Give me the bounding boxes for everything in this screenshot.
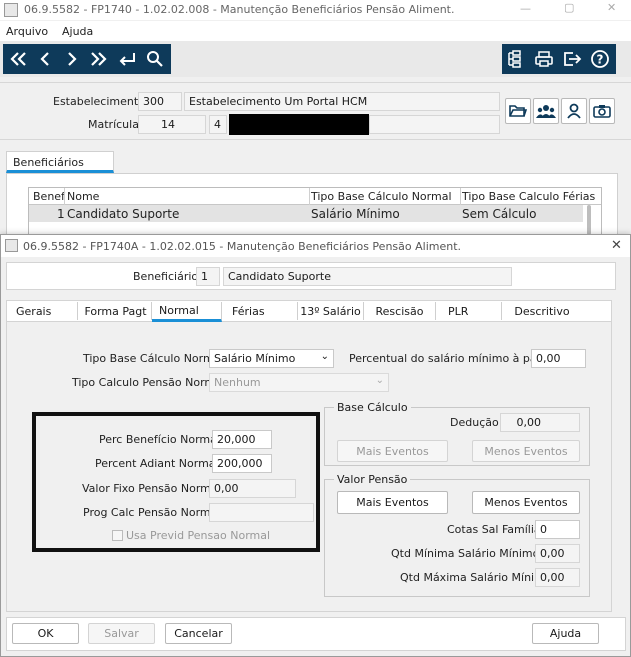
next-icon[interactable]	[59, 46, 85, 72]
base-mais-eventos-button[interactable]: Mais Eventos	[337, 440, 448, 462]
folder-icon[interactable]	[505, 98, 531, 124]
dialog-title: 06.9.5582 - FP1740A - 1.02.02.015 - Manu…	[23, 240, 462, 253]
grid-header-row: Benef Nome Tipo Base Cálculo Normal Tipo…	[29, 188, 601, 205]
valor-fixo-label: Valor Fixo Pensão Normal:	[82, 482, 225, 495]
prev-icon[interactable]	[32, 46, 58, 72]
last-page-icon[interactable]	[86, 46, 112, 72]
tab-normal[interactable]: Normal	[152, 302, 222, 322]
perc-beneficio-label: Perc Benefício Normal:	[99, 433, 224, 446]
col-tipo-base-normal[interactable]: Tipo Base Cálculo Normal	[311, 190, 452, 203]
deducao-value: 0,00	[500, 413, 580, 432]
menu-ajuda[interactable]: Ajuda	[62, 25, 93, 38]
tipo-calculo-select: Nenhum ⌄	[209, 373, 389, 392]
beneficiario-name: Candidato Suporte	[223, 267, 512, 286]
employee-name-field	[369, 115, 500, 134]
estabelecimento-name: Estabelecimento Um Portal HCM	[184, 92, 500, 111]
user-icon[interactable]	[561, 98, 587, 124]
percentual-label: Percentual do salário mínimo à pagar:	[349, 352, 559, 365]
app-logo-icon	[4, 3, 18, 17]
matricula-value: 14	[138, 115, 206, 134]
main-toolbar: ?	[0, 41, 631, 77]
main-window-title: 06.9.5582 - FP1740 - 1.02.02.008 - Manut…	[24, 3, 455, 16]
close-icon[interactable]: ✕	[611, 238, 622, 253]
tipo-base-label: Tipo Base Cálculo Normal:	[83, 352, 228, 365]
tipo-base-select[interactable]: Salário Mínimo ⌄	[209, 349, 334, 368]
perc-beneficio-input[interactable]: 20,000	[212, 430, 272, 449]
first-page-icon[interactable]	[5, 46, 31, 72]
percentual-input[interactable]: 0,00	[531, 349, 586, 368]
grid-scrollbar[interactable]	[587, 205, 591, 235]
header-panel: Estabelecimento: 300 Estabelecimento Um …	[0, 82, 631, 140]
return-icon[interactable]	[114, 46, 140, 72]
search-icon[interactable]	[142, 46, 168, 72]
dialog-logo-icon	[5, 239, 18, 252]
tab-beneficiarios[interactable]: Beneficiários	[6, 151, 114, 173]
prog-calc-label: Prog Calc Pensão Normal:	[83, 506, 225, 519]
matricula-digit: 4	[209, 115, 227, 134]
valor-pensao-title: Valor Pensão	[334, 473, 411, 486]
salvar-button[interactable]: Salvar	[88, 623, 155, 644]
beneficiario-panel: Beneficiário: 1 Candidato Suporte	[6, 262, 616, 290]
tab-ferias[interactable]: Férias	[222, 302, 298, 320]
qtd-max-label: Qtd Máxima Salário Mínimo:	[400, 571, 556, 584]
redacted-name	[229, 114, 369, 135]
dialog-title-bar: 06.9.5582 - FP1740A - 1.02.02.015 - Manu…	[1, 235, 630, 257]
table-row[interactable]: 1 Candidato Suporte Salário Mínimo Sem C…	[29, 205, 583, 222]
users-icon[interactable]	[533, 98, 559, 124]
beneficiario-code: 1	[196, 267, 220, 286]
menos-eventos-button[interactable]: Menos Eventos	[472, 491, 580, 514]
tab-descritivo[interactable]: Descritivo	[502, 302, 582, 320]
exit-icon[interactable]	[559, 46, 585, 72]
ajuda-button[interactable]: Ajuda	[532, 623, 599, 644]
svg-text:?: ?	[597, 53, 604, 67]
main-tab-strip: Beneficiários Benef Nome Tipo Base Cálcu…	[0, 148, 631, 247]
cotas-input[interactable]: 0	[535, 520, 580, 539]
base-menos-eventos-button[interactable]: Menos Eventos	[472, 440, 580, 462]
tab-rescisao[interactable]: Rescisão	[364, 302, 436, 320]
prog-calc-input[interactable]	[209, 503, 314, 522]
maximize-icon[interactable]: ▢	[564, 1, 574, 14]
minimize-icon[interactable]: —	[520, 2, 531, 15]
mais-eventos-button[interactable]: Mais Eventos	[337, 491, 448, 514]
valor-fixo-input[interactable]: 0,00	[209, 479, 296, 498]
base-calculo-title: Base Cálculo	[334, 401, 411, 414]
tipo-calculo-label: Tipo Calculo Pensão Normal:	[72, 376, 229, 389]
qtd-max-value: 0,00	[535, 568, 580, 587]
print-icon[interactable]	[531, 46, 557, 72]
tab-plr[interactable]: PLR	[436, 302, 502, 320]
usa-previd-checkbox[interactable]	[112, 530, 123, 541]
chevron-down-icon: ⌄	[375, 375, 384, 386]
col-benef[interactable]: Benef	[33, 190, 65, 203]
deducao-label: Dedução:	[450, 416, 503, 429]
window-close-icon[interactable]: ✕	[607, 1, 616, 14]
beneficiario-label: Beneficiário:	[133, 270, 202, 283]
col-nome[interactable]: Nome	[67, 190, 99, 203]
menu-bar: Arquivo Ajuda	[0, 21, 631, 41]
matricula-label: Matrícula:	[88, 118, 143, 131]
tab-forma-pagt[interactable]: Forma Pagt	[80, 302, 152, 320]
col-tipo-base-ferias[interactable]: Tipo Base Calculo Férias	[462, 190, 595, 203]
qtd-min-value: 0,00	[535, 544, 580, 563]
menu-arquivo[interactable]: Arquivo	[6, 25, 48, 38]
qtd-min-label: Qtd Mínima Salário Mínimo:	[391, 547, 544, 560]
tree-icon[interactable]	[503, 46, 529, 72]
usa-previd-label: Usa Previd Pensao Normal	[126, 529, 271, 542]
cotas-label: Cotas Sal Família:	[447, 523, 545, 536]
help-icon[interactable]: ?	[587, 46, 613, 72]
percent-adiant-label: Percent Adiant Normal:	[95, 457, 223, 470]
estabelecimento-label: Estabelecimento:	[53, 95, 149, 108]
main-title-bar: 06.9.5582 - FP1740 - 1.02.02.008 - Manut…	[0, 0, 631, 20]
tab-gerais[interactable]: Gerais	[8, 302, 78, 320]
chevron-down-icon: ⌄	[320, 351, 329, 362]
ok-button[interactable]: OK	[12, 623, 79, 644]
cancelar-button[interactable]: Cancelar	[165, 623, 232, 644]
tab-13-salario[interactable]: 13º Salário	[298, 302, 364, 320]
camera-icon[interactable]	[589, 98, 615, 124]
percent-adiant-input[interactable]: 200,000	[212, 454, 272, 473]
estabelecimento-code: 300	[138, 92, 182, 111]
